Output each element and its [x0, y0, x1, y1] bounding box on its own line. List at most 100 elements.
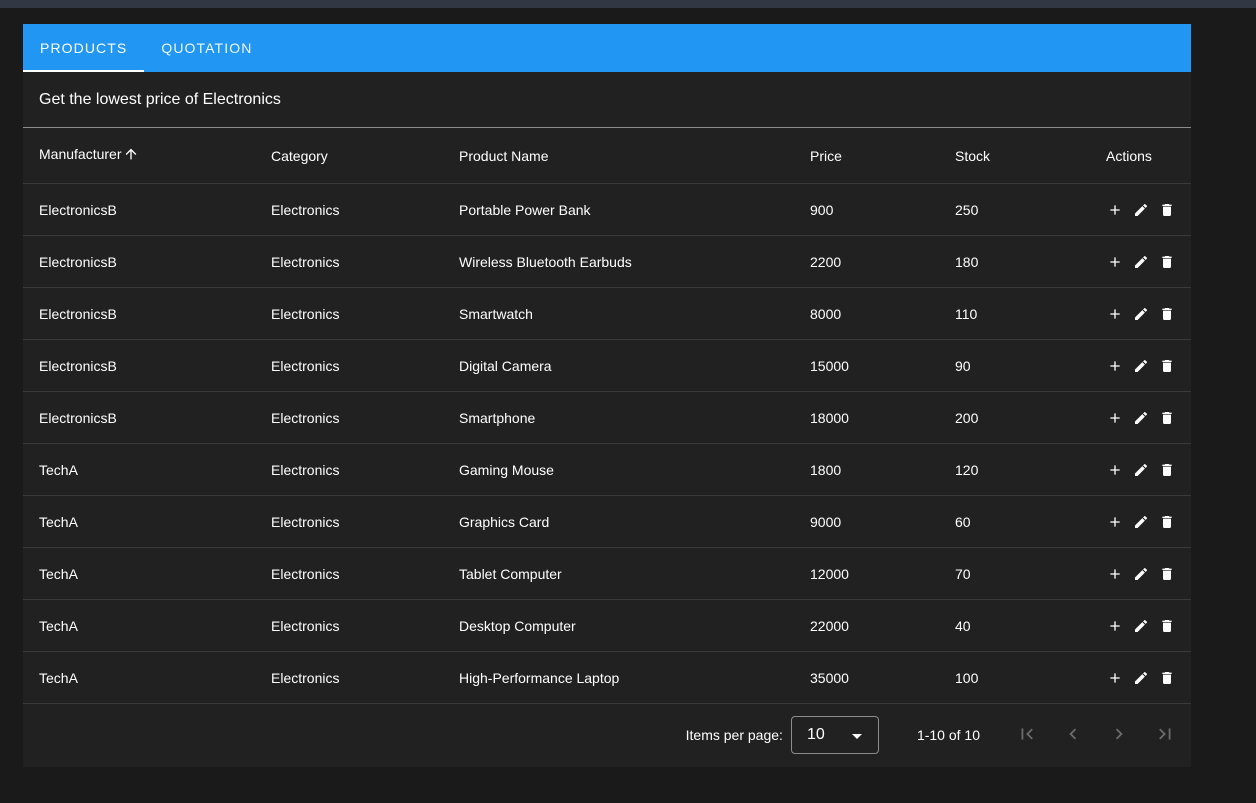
- cell-manufacturer: TechA: [23, 599, 271, 652]
- cell-manufacturer: ElectronicsB: [23, 183, 271, 236]
- row-actions: [1106, 253, 1191, 271]
- last-page-icon: [1154, 723, 1176, 748]
- cell-product-name: High-Performance Laptop: [459, 651, 810, 704]
- cell-actions: [1106, 651, 1191, 704]
- cell-price: 22000: [810, 599, 955, 652]
- cell-product-name: Tablet Computer: [459, 547, 810, 600]
- cell-category: Electronics: [271, 547, 459, 600]
- delete-button[interactable]: [1158, 357, 1176, 375]
- cell-stock: 200: [955, 391, 1106, 444]
- edit-button[interactable]: [1132, 669, 1150, 687]
- cell-actions: [1106, 287, 1191, 340]
- delete-button[interactable]: [1158, 305, 1176, 323]
- page-range-label: 1-10 of 10: [916, 727, 980, 743]
- edit-button[interactable]: [1132, 305, 1150, 323]
- column-header-manufacturer[interactable]: Manufacturer: [23, 128, 271, 184]
- delete-icon: [1159, 618, 1175, 634]
- cell-category: Electronics: [271, 651, 459, 704]
- tab-products[interactable]: Products: [23, 24, 145, 72]
- add-icon: [1107, 306, 1123, 322]
- cell-actions: [1106, 599, 1191, 652]
- items-per-page-select[interactable]: 10: [790, 716, 879, 754]
- add-button[interactable]: [1106, 617, 1124, 635]
- row-actions: [1106, 461, 1191, 479]
- cell-price: 35000: [810, 651, 955, 704]
- add-button[interactable]: [1106, 513, 1124, 531]
- edit-icon: [1133, 566, 1149, 582]
- cell-manufacturer: TechA: [23, 547, 271, 600]
- table-row: ElectronicsB Electronics Smartphone 18000 20…: [23, 391, 1191, 444]
- cell-category: Electronics: [271, 183, 459, 236]
- arrow-up-icon: [123, 146, 139, 165]
- add-button[interactable]: [1106, 305, 1124, 323]
- edit-button[interactable]: [1132, 617, 1150, 635]
- edit-icon: [1133, 410, 1149, 426]
- next-page-button[interactable]: [1096, 715, 1142, 755]
- cell-actions: [1106, 183, 1191, 236]
- table-row: TechA Electronics Graphics Card 9000 60: [23, 495, 1191, 548]
- column-header-price[interactable]: Price: [810, 128, 955, 184]
- cell-product-name: Wireless Bluetooth Earbuds: [459, 235, 810, 288]
- cell-category: Electronics: [271, 339, 459, 392]
- add-button[interactable]: [1106, 565, 1124, 583]
- cell-stock: 120: [955, 443, 1106, 496]
- cell-stock: 110: [955, 287, 1106, 340]
- delete-icon: [1159, 566, 1175, 582]
- edit-button[interactable]: [1132, 357, 1150, 375]
- items-per-page-label: Items per page:: [685, 727, 783, 743]
- add-button[interactable]: [1106, 669, 1124, 687]
- items-per-page-value: 10: [806, 726, 825, 743]
- delete-button[interactable]: [1158, 461, 1176, 479]
- last-page-button[interactable]: [1142, 715, 1188, 755]
- cell-category: Electronics: [271, 443, 459, 496]
- cell-stock: 90: [955, 339, 1106, 392]
- edit-icon: [1133, 514, 1149, 530]
- cell-manufacturer: ElectronicsB: [23, 391, 271, 444]
- previous-page-icon: [1062, 723, 1084, 748]
- add-icon: [1107, 358, 1123, 374]
- column-header-category[interactable]: Category: [271, 128, 459, 184]
- table-body: ElectronicsB Electronics Portable Power Ba…: [23, 183, 1191, 704]
- delete-button[interactable]: [1158, 409, 1176, 427]
- column-header-product-name[interactable]: Product Name: [459, 128, 810, 184]
- add-icon: [1107, 202, 1123, 218]
- add-button[interactable]: [1106, 461, 1124, 479]
- cell-stock: 180: [955, 235, 1106, 288]
- first-page-button[interactable]: [1004, 715, 1050, 755]
- edit-button[interactable]: [1132, 513, 1150, 531]
- cell-price: 8000: [810, 287, 955, 340]
- edit-button[interactable]: [1132, 461, 1150, 479]
- delete-button[interactable]: [1158, 201, 1176, 219]
- edit-button[interactable]: [1132, 253, 1150, 271]
- edit-icon: [1133, 618, 1149, 634]
- cell-actions: [1106, 391, 1191, 444]
- add-icon: [1107, 462, 1123, 478]
- add-button[interactable]: [1106, 253, 1124, 271]
- tab-quotation[interactable]: Quotation: [144, 24, 269, 72]
- edit-button[interactable]: [1132, 201, 1150, 219]
- window-top-bar: [0, 0, 1256, 8]
- add-button[interactable]: [1106, 201, 1124, 219]
- delete-button[interactable]: [1158, 513, 1176, 531]
- delete-button[interactable]: [1158, 669, 1176, 687]
- delete-button[interactable]: [1158, 617, 1176, 635]
- column-header-stock[interactable]: Stock: [955, 128, 1106, 184]
- table-row: TechA Electronics Gaming Mouse 1800 120: [23, 443, 1191, 496]
- cell-actions: [1106, 443, 1191, 496]
- previous-page-button[interactable]: [1050, 715, 1096, 755]
- table-row: TechA Electronics Desktop Computer 22000 40: [23, 599, 1191, 652]
- cell-category: Electronics: [271, 391, 459, 444]
- delete-button[interactable]: [1158, 565, 1176, 583]
- cell-manufacturer: ElectronicsB: [23, 339, 271, 392]
- cell-product-name: Desktop Computer: [459, 599, 810, 652]
- add-button[interactable]: [1106, 409, 1124, 427]
- edit-button[interactable]: [1132, 409, 1150, 427]
- edit-icon: [1133, 358, 1149, 374]
- cell-manufacturer: TechA: [23, 443, 271, 496]
- add-button[interactable]: [1106, 357, 1124, 375]
- cell-price: 15000: [810, 339, 955, 392]
- delete-button[interactable]: [1158, 253, 1176, 271]
- cell-category: Electronics: [271, 287, 459, 340]
- row-actions: [1106, 357, 1191, 375]
- edit-button[interactable]: [1132, 565, 1150, 583]
